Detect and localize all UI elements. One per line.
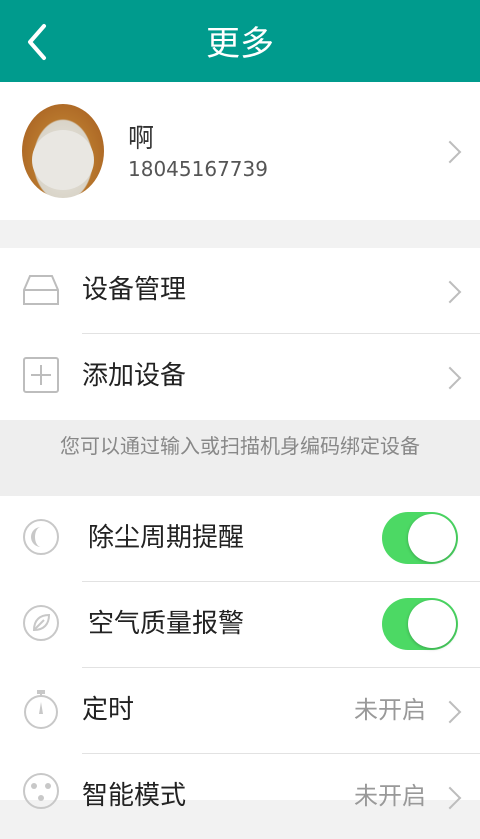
- toggle-knob: [408, 514, 456, 562]
- profile-phone: 18045167739: [128, 157, 268, 181]
- dust-reminder-row: 除尘周期提醒: [0, 496, 480, 581]
- timer-label: 定时: [82, 695, 135, 725]
- dust-reminder-label: 除尘周期提醒: [88, 523, 245, 553]
- drive-icon: [23, 275, 59, 305]
- hint-text: 您可以通过输入或扫描机身编码绑定设备: [0, 420, 480, 496]
- avatar: [22, 104, 104, 198]
- smart-mode-label: 智能模式: [82, 781, 187, 811]
- app-header: 更多: [0, 0, 480, 82]
- chevron-right-icon: [438, 140, 462, 164]
- timer-row[interactable]: 定时 未开启: [0, 668, 480, 753]
- moon-icon: [23, 519, 59, 555]
- smart-mode-status: 未开启: [354, 782, 426, 810]
- smart-mode-row[interactable]: 智能模式 未开启: [0, 754, 480, 839]
- toggle-knob: [408, 600, 456, 648]
- profile-name: 啊: [128, 124, 155, 154]
- timer-status: 未开启: [354, 696, 426, 724]
- profile-card[interactable]: [0, 82, 480, 220]
- settings-section: 除尘周期提醒 空气质量报警 定时 未开启 智能模式 未开启: [0, 496, 480, 811]
- device-management-label: 设备管理: [82, 275, 187, 305]
- add-device-label: 添加设备: [82, 361, 187, 391]
- device-management-row[interactable]: 设备管理: [0, 248, 480, 333]
- add-device-row[interactable]: 添加设备: [0, 334, 480, 419]
- add-box-icon: [23, 357, 59, 393]
- dust-reminder-toggle[interactable]: [382, 512, 458, 564]
- stopwatch-icon: [24, 690, 58, 729]
- chevron-right-icon: [438, 366, 462, 390]
- leaf-icon: [23, 605, 59, 641]
- air-quality-alarm-row: 空气质量报警: [0, 582, 480, 667]
- chevron-right-icon: [438, 700, 462, 724]
- network-icon: [23, 773, 59, 809]
- device-section: 设备管理 添加设备: [0, 248, 480, 420]
- chevron-right-icon: [438, 786, 462, 810]
- air-quality-alarm-label: 空气质量报警: [88, 609, 245, 639]
- chevron-right-icon: [438, 280, 462, 304]
- page-title: 更多: [206, 24, 274, 64]
- air-quality-alarm-toggle[interactable]: [382, 598, 458, 650]
